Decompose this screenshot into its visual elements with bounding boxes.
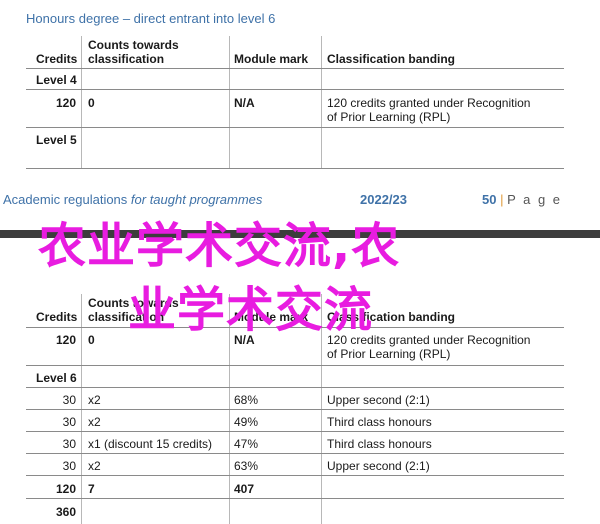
banding-cell: Third class honours bbox=[327, 415, 432, 429]
row-divider bbox=[26, 127, 564, 128]
level-label: Level 5 bbox=[36, 133, 77, 147]
row-divider bbox=[26, 453, 564, 454]
total-counts-cell: 7 bbox=[88, 482, 95, 496]
module-mark-cell: 68% bbox=[234, 393, 259, 407]
credits-cell: 30 bbox=[62, 459, 76, 473]
row-divider bbox=[26, 498, 564, 499]
module-mark-cell: 47% bbox=[234, 437, 259, 451]
row-divider bbox=[26, 387, 564, 388]
header-credits: Credits bbox=[36, 310, 78, 324]
total-module-mark-cell: 407 bbox=[234, 482, 255, 496]
credits-cell: 30 bbox=[62, 393, 76, 407]
column-divider bbox=[81, 36, 82, 168]
counts-cell: 0 bbox=[88, 96, 95, 110]
row-divider bbox=[26, 365, 564, 366]
footer-document-title: Academic regulations for taught programm… bbox=[3, 192, 263, 207]
header-credits: Credits bbox=[36, 52, 78, 66]
counts-cell: x2 bbox=[88, 459, 101, 473]
banding-cell: Third class honours bbox=[327, 437, 432, 451]
column-divider bbox=[321, 36, 322, 168]
footer-year: 2022/23 bbox=[360, 192, 407, 207]
row-divider bbox=[26, 68, 564, 69]
module-mark-cell: 63% bbox=[234, 459, 259, 473]
counts-cell: 0 bbox=[88, 333, 95, 347]
banding-cell: Upper second (2:1) bbox=[327, 459, 430, 473]
header-counts: Counts towards classification bbox=[88, 38, 179, 66]
grand-total-credits-cell: 360 bbox=[55, 505, 76, 519]
column-divider bbox=[229, 36, 230, 168]
banding-cell: 120 credits granted under Recognition of … bbox=[327, 96, 531, 124]
watermark-text-line-1: 农业学术交流,农 bbox=[38, 218, 401, 274]
level-label: Level 6 bbox=[36, 371, 77, 385]
credits-cell: 120 bbox=[55, 333, 76, 347]
footer-page-number: 50 | P a g e bbox=[482, 192, 563, 207]
counts-cell: x2 bbox=[88, 393, 101, 407]
counts-cell: x2 bbox=[88, 415, 101, 429]
row-divider bbox=[26, 89, 564, 90]
credits-cell: 120 bbox=[55, 96, 76, 110]
row-divider bbox=[26, 475, 564, 476]
header-module-mark: Module mark bbox=[234, 52, 309, 66]
row-divider bbox=[26, 168, 564, 169]
credits-cell: 30 bbox=[62, 437, 76, 451]
watermark-text-line-2: 业学术交流 bbox=[128, 282, 374, 338]
module-mark-cell: N/A bbox=[234, 96, 255, 110]
counts-cell: x1 (discount 15 credits) bbox=[88, 437, 213, 451]
header-classification-banding: Classification banding bbox=[327, 52, 456, 66]
row-divider bbox=[26, 409, 564, 410]
section-heading: Honours degree – direct entrant into lev… bbox=[26, 11, 276, 26]
total-credits-cell: 120 bbox=[55, 482, 76, 496]
level-label: Level 4 bbox=[36, 73, 77, 87]
row-divider bbox=[26, 431, 564, 432]
module-mark-cell: 49% bbox=[234, 415, 259, 429]
credits-cell: 30 bbox=[62, 415, 76, 429]
banding-cell: Upper second (2:1) bbox=[327, 393, 430, 407]
